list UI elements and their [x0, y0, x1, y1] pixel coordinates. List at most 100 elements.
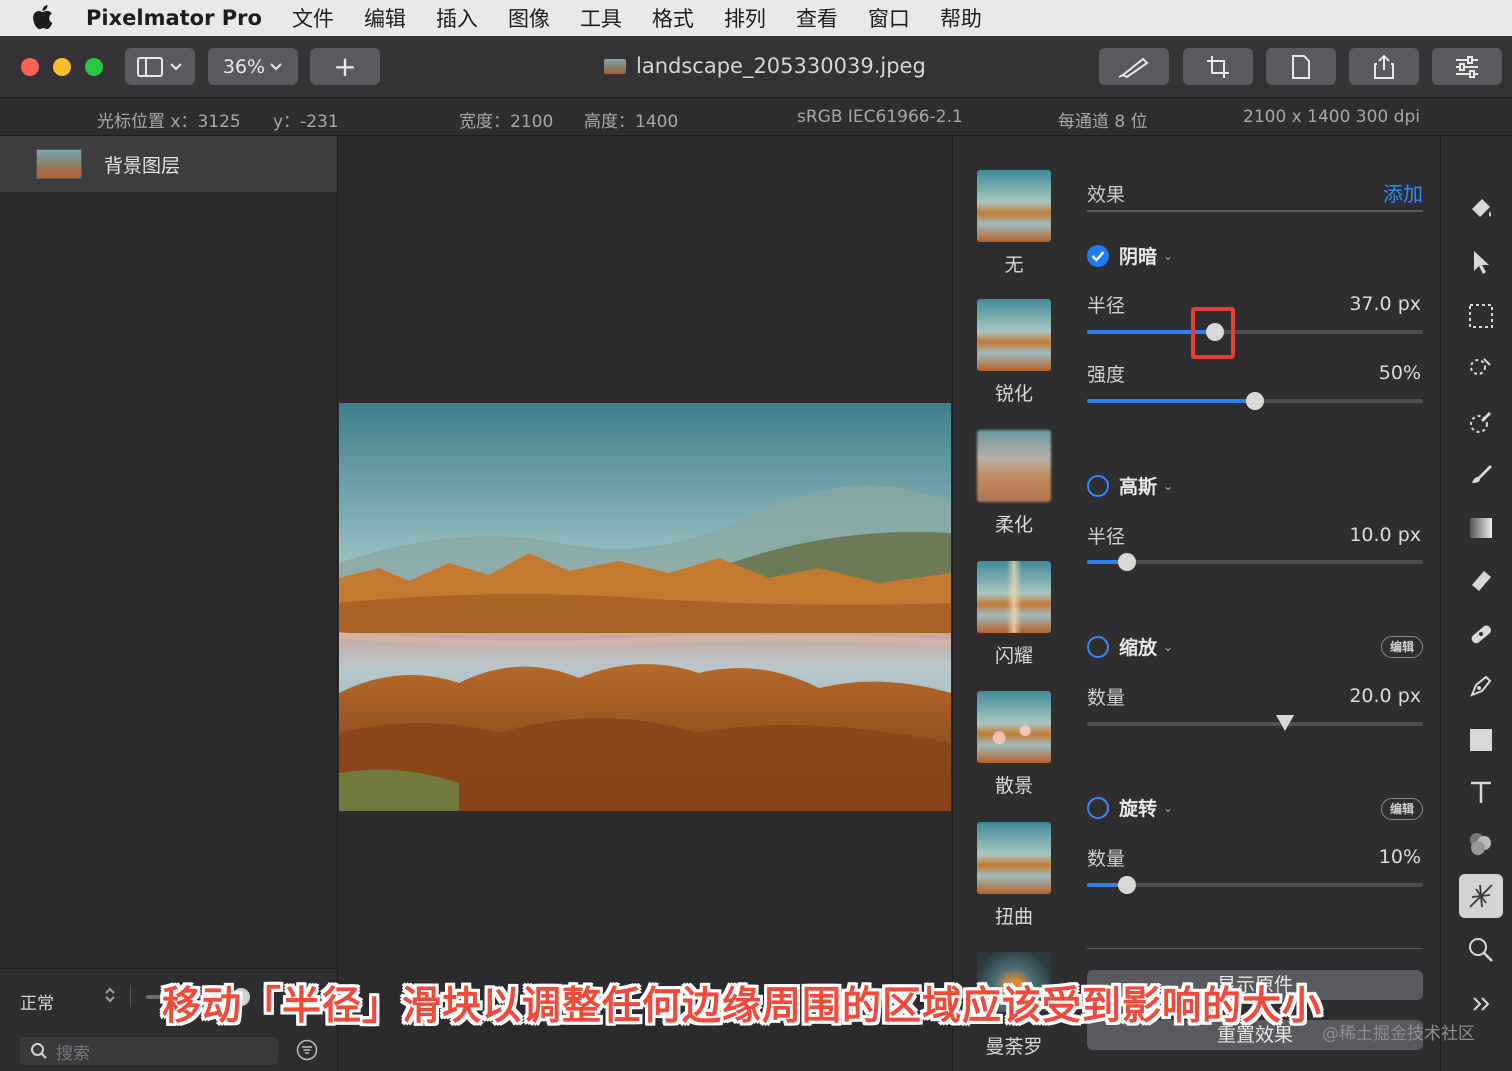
- menu-file[interactable]: 文件: [292, 3, 334, 33]
- preset-label: 曼荼罗: [985, 1036, 1043, 1058]
- repair-tool[interactable]: [1459, 612, 1503, 656]
- effects-panel: 无 锐化 柔化 闪耀 散景 扭曲 曼荼罗 效果 添加 阴暗 ⌄ 半径 37.0 …: [952, 136, 1440, 1071]
- effect-enabled-checkbox[interactable]: [1087, 635, 1109, 658]
- preset-none[interactable]: 无: [977, 170, 1051, 277]
- menu-insert[interactable]: 插入: [436, 3, 478, 33]
- canvas-area[interactable]: [338, 136, 952, 1071]
- zoom-amount-slider[interactable]: [1087, 715, 1423, 731]
- chevron-down-icon[interactable]: ⌄: [1163, 801, 1173, 815]
- slider-knob[interactable]: [1118, 553, 1137, 571]
- color-picker-tool[interactable]: [1459, 400, 1503, 444]
- slider-knob[interactable]: [1118, 876, 1137, 894]
- sidebar-toggle-button[interactable]: [125, 48, 195, 85]
- watermark-text: @稀土掘金技术社区: [1322, 1024, 1475, 1044]
- preset-sharpen[interactable]: 锐化: [977, 299, 1051, 406]
- close-window-button[interactable]: [21, 58, 39, 76]
- add-button[interactable]: +: [310, 48, 380, 85]
- minimize-window-button[interactable]: [53, 58, 71, 76]
- brush-tool-button[interactable]: [1099, 48, 1169, 85]
- zoom-dropdown[interactable]: 36%: [208, 48, 298, 85]
- highlight-annotation-box: [1191, 307, 1235, 359]
- crop-icon: [1207, 55, 1229, 78]
- pointer-arrow-icon: [1474, 251, 1489, 274]
- effect-enabled-checkbox[interactable]: [1087, 796, 1109, 819]
- effects-tool[interactable]: [1459, 874, 1503, 918]
- slider-knob[interactable]: [1276, 715, 1295, 731]
- crop-button[interactable]: [1183, 48, 1253, 85]
- intensity-slider[interactable]: [1087, 392, 1423, 410]
- bit-depth-readout: 每通道 8 位: [1058, 112, 1148, 132]
- preset-bokeh[interactable]: 散景: [977, 691, 1051, 798]
- param-label: 半径: [1087, 526, 1126, 548]
- edit-button[interactable]: 编辑: [1381, 798, 1423, 820]
- effect-zoom-header[interactable]: 缩放 ⌄: [1087, 633, 1173, 660]
- app-name-menu[interactable]: Pixelmator Pro: [86, 6, 262, 30]
- blend-mode-select[interactable]: 正常: [20, 989, 54, 1014]
- menu-image[interactable]: 图像: [508, 3, 550, 33]
- pen-tool[interactable]: [1459, 664, 1503, 708]
- landscape-photo[interactable]: [339, 403, 951, 811]
- layer-item[interactable]: 背景图层: [0, 136, 337, 192]
- arrange-tool[interactable]: [1459, 240, 1503, 284]
- menu-tools[interactable]: 工具: [580, 3, 622, 33]
- radius-slider[interactable]: [1087, 323, 1423, 341]
- chevron-down-icon[interactable]: ⌄: [1163, 249, 1173, 263]
- spin-amount-slider[interactable]: [1087, 876, 1423, 894]
- effect-enabled-checkbox[interactable]: [1087, 474, 1109, 497]
- color-profile-readout: sRGB IEC61966-2.1: [797, 107, 963, 127]
- share-button[interactable]: [1349, 48, 1419, 85]
- param-value: 10%: [1378, 846, 1421, 868]
- cursor-y-readout: y：-231: [273, 112, 339, 132]
- effect-enabled-checkbox[interactable]: [1087, 244, 1109, 267]
- add-effect-button[interactable]: 添加: [1383, 178, 1423, 207]
- adjustments-button[interactable]: [1432, 48, 1502, 85]
- updown-chevron-icon[interactable]: [103, 985, 117, 1009]
- apple-menu-icon[interactable]: [32, 5, 62, 31]
- preset-distort[interactable]: 扭曲: [977, 822, 1051, 929]
- zoom-window-button[interactable]: [85, 58, 103, 76]
- pen-nib-icon: [1470, 675, 1492, 697]
- paint-bucket-tool[interactable]: [1459, 186, 1503, 230]
- document-filename: landscape_205330039.jpeg: [636, 54, 926, 78]
- edit-button[interactable]: 编辑: [1381, 636, 1423, 658]
- menu-view[interactable]: 查看: [796, 3, 838, 33]
- effect-spin-header[interactable]: 旋转 ⌄: [1087, 794, 1173, 821]
- menu-format[interactable]: 格式: [652, 3, 694, 33]
- chevron-down-icon[interactable]: ⌄: [1163, 640, 1173, 654]
- magic-select-tool[interactable]: [1459, 346, 1503, 390]
- image-info-bar: 光标位置 x：3125 y：-231 宽度：2100 高度：1400 sRGB …: [0, 98, 1512, 136]
- param-label: 半径: [1087, 295, 1126, 317]
- effect-name: 高斯: [1119, 476, 1158, 498]
- menu-window[interactable]: 窗口: [868, 3, 910, 33]
- color-adjust-tool[interactable]: [1459, 822, 1503, 866]
- param-value: 37.0 px: [1349, 293, 1421, 315]
- layer-name: 背景图层: [104, 154, 181, 177]
- menu-help[interactable]: 帮助: [940, 3, 982, 33]
- paint-tool[interactable]: [1459, 452, 1503, 496]
- effect-vignette-header[interactable]: 阴暗 ⌄: [1087, 242, 1173, 269]
- width-readout: 宽度：2100: [459, 112, 554, 132]
- gradient-tool[interactable]: [1459, 506, 1503, 550]
- filter-icon[interactable]: [296, 1039, 318, 1065]
- menu-edit[interactable]: 编辑: [364, 3, 406, 33]
- zoom-tool[interactable]: [1459, 928, 1503, 972]
- gaussian-radius-slider[interactable]: [1087, 553, 1423, 571]
- size-dpi-readout: 2100 x 1400 300 dpi: [1243, 107, 1420, 127]
- shape-tool[interactable]: [1459, 718, 1503, 762]
- slider-knob[interactable]: [1246, 392, 1264, 410]
- rect-select-tool[interactable]: [1459, 294, 1503, 338]
- preset-thumbnail: [977, 561, 1051, 633]
- layer-search-field[interactable]: 搜索: [20, 1037, 278, 1065]
- effects-header: 效果 添加: [1087, 178, 1423, 212]
- chevron-down-icon[interactable]: ⌄: [1163, 479, 1173, 493]
- menu-arrange[interactable]: 排列: [724, 3, 766, 33]
- preset-shine[interactable]: 闪耀: [977, 561, 1051, 668]
- document-button[interactable]: [1266, 48, 1336, 85]
- eraser-icon: [1472, 571, 1491, 591]
- type-tool[interactable]: [1459, 770, 1503, 814]
- magnifier-icon: [1469, 938, 1493, 962]
- param-value: 10.0 px: [1349, 524, 1421, 546]
- effect-gaussian-header[interactable]: 高斯 ⌄: [1087, 472, 1173, 499]
- preset-soften[interactable]: 柔化: [977, 430, 1051, 537]
- erase-tool[interactable]: [1459, 558, 1503, 602]
